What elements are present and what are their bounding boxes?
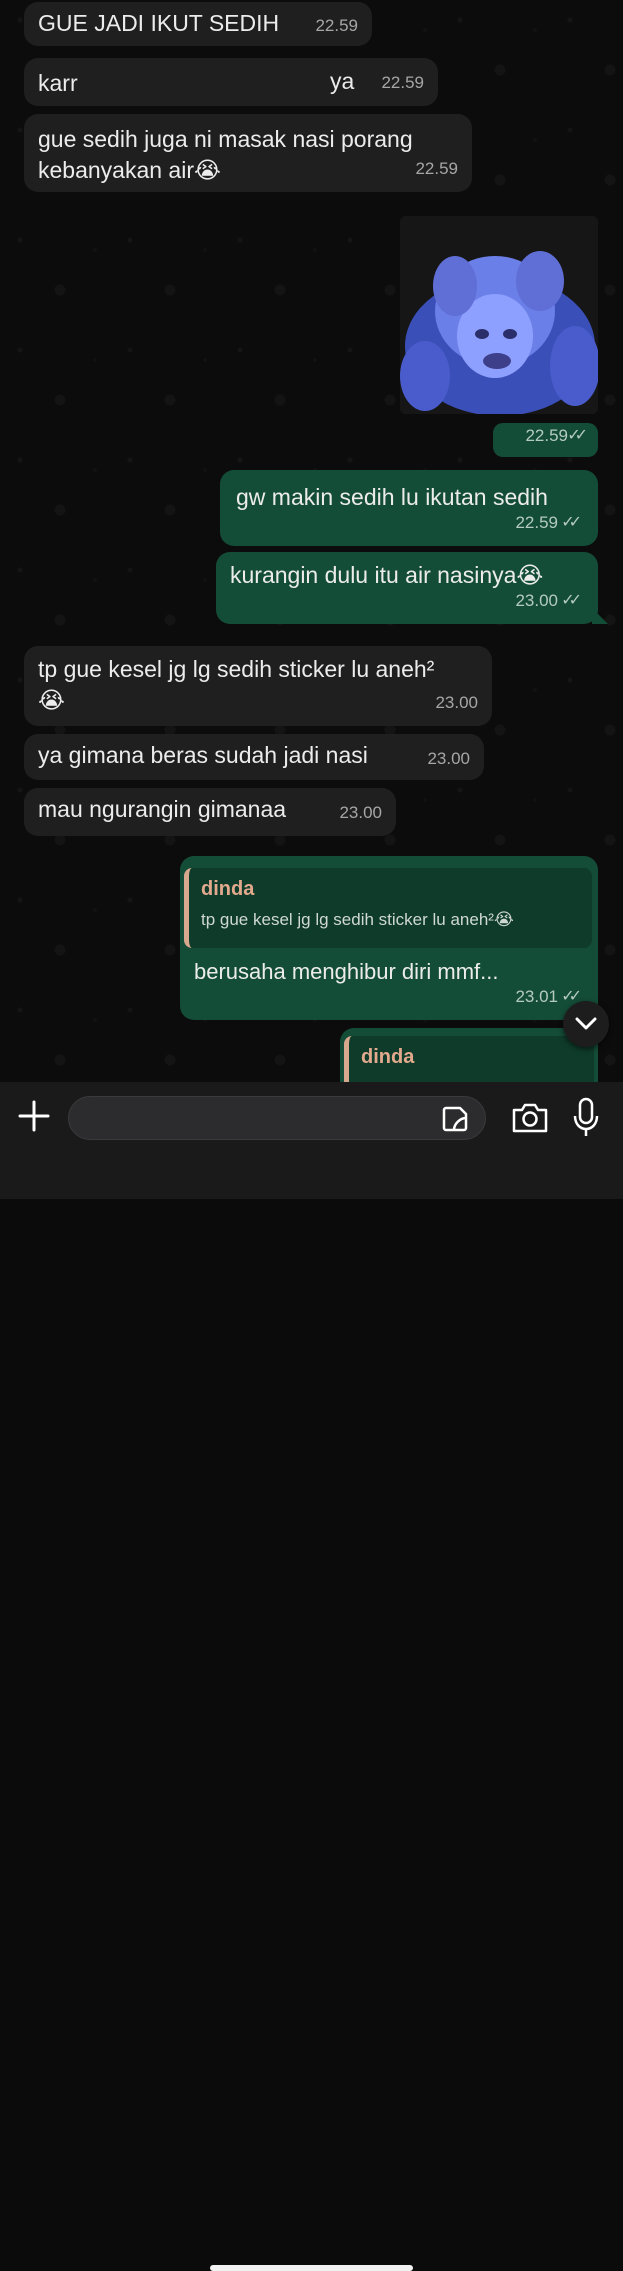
sticker-graphic: [400, 216, 598, 414]
message-bubble-incoming[interactable]: mau ngurangin gimanaa 23.00: [24, 788, 396, 836]
message-input[interactable]: [68, 1096, 486, 1140]
message-bubble-incoming[interactable]: ya gimana beras sudah jadi nasi 23.00: [24, 734, 484, 780]
message-time: 22.59: [381, 73, 424, 92]
quoted-text: tp gue kesel jg lg sedih sticker lu aneh…: [201, 910, 514, 929]
message-text-end: ya: [330, 68, 355, 94]
message-bubble-incoming[interactable]: gue sedih juga ni masak nasi porang keba…: [24, 114, 472, 192]
message-time: 22.59: [315, 16, 358, 35]
mic-icon[interactable]: [571, 1096, 601, 1140]
quoted-sender: dinda: [201, 878, 255, 900]
read-receipt-icon: ✓✓: [561, 514, 582, 531]
message-text-line: tp gue kesel jg lg sedih sticker lu aneh…: [38, 656, 435, 682]
message-time: 22.59: [515, 513, 558, 532]
sticker-time-chip: 22.59 ✓✓: [493, 423, 598, 457]
bubble-tail: [592, 608, 608, 624]
home-indicator: [210, 2265, 413, 2271]
message-bubble-outgoing[interactable]: dinda: [340, 1028, 598, 1082]
camera-icon[interactable]: [510, 1098, 550, 1138]
message-time: 23.01: [515, 987, 558, 1006]
message-text: GUE JADI IKUT SEDIH: [38, 10, 280, 36]
message-text: berusaha menghibur diri mmf...: [194, 959, 499, 984]
quoted-reply[interactable]: dinda: [344, 1036, 594, 1082]
composer-bar: [0, 1082, 623, 2271]
scroll-to-bottom-button[interactable]: [563, 1001, 609, 1047]
message-text-line: 😭: [38, 687, 65, 713]
read-receipt-icon: ✓✓: [561, 592, 582, 609]
message-text-line: kebanyakan air😭: [38, 157, 221, 183]
message-bubble-incoming[interactable]: tp gue kesel jg lg sedih sticker lu aneh…: [24, 646, 492, 726]
message-bubble-outgoing[interactable]: gw makin sedih lu ikutan sedih 22.59 ✓✓: [220, 470, 598, 546]
message-time: 23.00: [427, 749, 470, 768]
chat-area[interactable]: GUE JADI IKUT SEDIH 22.59 karr ya 22.59 …: [0, 0, 623, 1082]
message-time: 22.59: [415, 159, 458, 178]
message-text-start: karr: [38, 70, 78, 96]
chevron-down-icon: [575, 1017, 597, 1030]
message-time: 22.59: [525, 426, 568, 445]
message-time: 23.00: [339, 803, 382, 822]
message-time: 23.00: [515, 591, 558, 610]
read-receipt-icon: ✓✓: [567, 427, 588, 444]
redaction-block: [80, 66, 330, 96]
message-time: 23.00: [435, 693, 478, 712]
message-bubble-incoming[interactable]: GUE JADI IKUT SEDIH 22.59: [24, 2, 372, 46]
message-bubble-outgoing[interactable]: dinda tp gue kesel jg lg sedih sticker l…: [180, 856, 598, 1020]
sticker-icon[interactable]: [440, 1104, 470, 1134]
message-text: ya gimana beras sudah jadi nasi: [38, 742, 368, 768]
message-bubble-outgoing[interactable]: kurangin dulu itu air nasinya😭 23.00 ✓✓: [216, 552, 598, 624]
quoted-reply[interactable]: dinda tp gue kesel jg lg sedih sticker l…: [184, 868, 592, 948]
message-text: mau ngurangin gimanaa: [38, 796, 287, 822]
message-text-line: gue sedih juga ni masak nasi porang: [38, 126, 413, 152]
plus-icon[interactable]: [14, 1096, 54, 1136]
sticker-image[interactable]: [400, 216, 598, 414]
quoted-sender: dinda: [361, 1046, 415, 1068]
